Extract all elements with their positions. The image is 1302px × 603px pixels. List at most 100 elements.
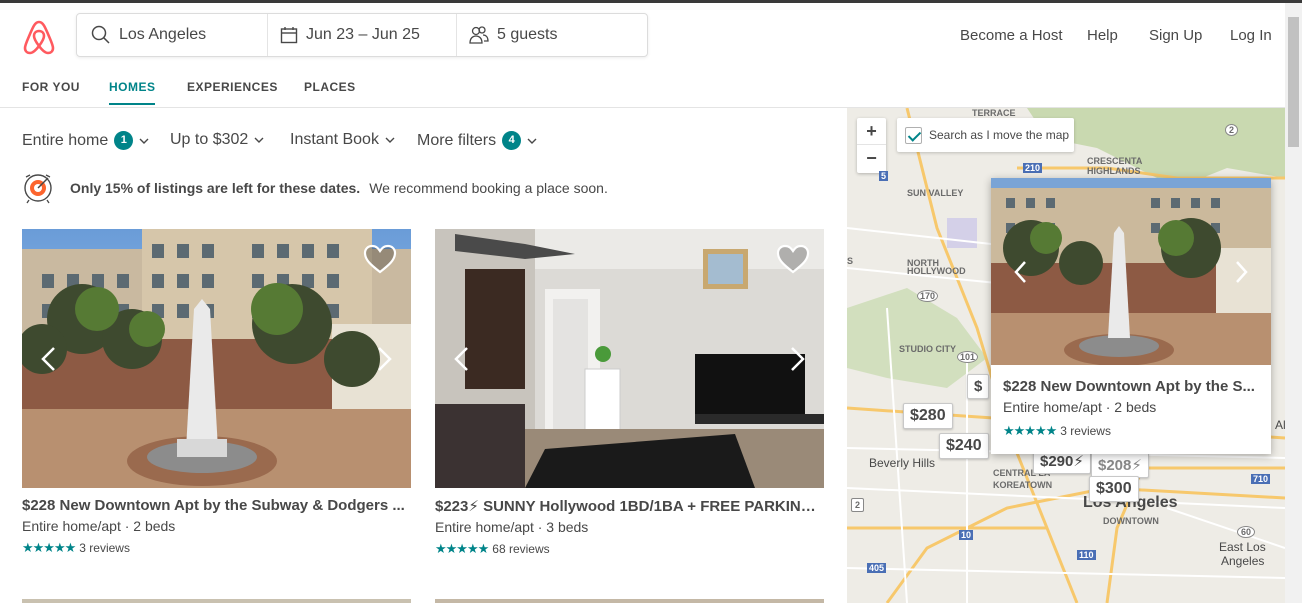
map-panel[interactable]: + − Search as I move the map TERRACE CRE… [847,108,1285,603]
popup-photo[interactable] [991,178,1271,365]
listing-photo[interactable] [435,229,824,488]
page-scrollbar[interactable] [1285,3,1302,603]
route-shield-icon: 710 [1251,474,1271,484]
active-tab-indicator [109,103,155,105]
instant-book-filter[interactable]: Instant Book [290,131,395,149]
map-label: East Los [1219,540,1266,554]
map-label: CRESCENTA [1087,156,1143,166]
search-icon [91,25,110,44]
route-shield-icon: 5 [879,171,889,181]
more-filters-count-badge: 4 [502,131,522,150]
become-host-link[interactable]: Become a Host [960,27,1063,44]
chevron-right-icon[interactable] [790,346,806,372]
listing-title[interactable]: $228 New Downtown Apt by the Subway & Do… [22,497,411,514]
chevron-down-icon [254,137,264,143]
entire-home-label: Entire home [22,131,109,149]
star-rating-icon: ★★★★★ [1003,423,1057,438]
map-label: STUDIO CITY [899,344,957,354]
price-pin[interactable]: $240 [939,433,989,459]
location-value: Los Angeles [119,26,207,43]
route-shield-icon: 405 [867,563,887,573]
heart-icon[interactable] [363,244,397,274]
map-label: Al [1275,418,1285,432]
chevron-left-icon[interactable] [453,346,469,372]
price-pin[interactable]: $208⚡ [1091,452,1149,478]
route-shield-icon: 210 [1023,163,1043,173]
map-label: Beverly Hills [869,456,936,470]
dates-value: Jun 23 – Jun 25 [306,26,420,43]
search-as-move-toggle[interactable]: Search as I move the map [897,118,1074,152]
entire-home-count-badge: 1 [114,131,134,150]
map-label: SUN VALLEY [907,188,964,198]
chevron-down-icon [385,137,395,143]
airbnb-logo-icon[interactable] [22,19,56,55]
map-label: KOREATOWN [993,480,1053,490]
tab-for-you[interactable]: FOR YOU [22,80,80,94]
price-pin[interactable]: $300 [1089,476,1139,502]
tab-places[interactable]: PLACES [304,80,356,94]
review-count: 68 reviews [492,542,550,556]
guests-field[interactable]: 5 guests [457,14,647,56]
chevron-left-icon[interactable] [40,346,56,372]
route-shield-icon: 60 [1237,526,1256,538]
star-rating-icon: ★★★★★ [435,541,489,556]
listing-card-partial[interactable] [22,599,411,603]
map-label: TERRACE [972,108,1016,118]
category-tabs: FOR YOU HOMES EXPERIENCES PLACES [0,65,1285,108]
listing-card[interactable]: $223⚡ SUNNY Hollywood 1BD/1BA + FREE PAR… [435,229,824,557]
scarcity-notice: Only 15% of listings are left for these … [22,172,608,204]
map-label: DOWNTOWN [1103,516,1159,526]
log-in-link[interactable]: Log In [1230,27,1272,44]
notice-detail: We recommend booking a place soon. [369,180,608,196]
listing-subtitle: Entire home/apt · 3 beds [435,519,589,535]
zoom-out-button[interactable]: − [857,145,886,172]
popup-subtitle: Entire home/apt · 2 beds [1003,399,1157,415]
review-count: 3 reviews [79,541,130,555]
chevron-left-icon[interactable] [1013,260,1027,284]
search-bar: Los Angeles Jun 23 – Jun 25 5 guests [76,13,648,57]
sign-up-link[interactable]: Sign Up [1149,27,1202,44]
header: Los Angeles Jun 23 – Jun 25 5 guests Bec… [0,3,1285,65]
listing-title[interactable]: $223⚡ SUNNY Hollywood 1BD/1BA + FREE PAR… [435,497,824,515]
tab-homes[interactable]: HOMES [109,80,156,94]
search-as-move-label: Search as I move the map [929,128,1070,142]
entire-home-filter[interactable]: Entire home 1 [22,131,149,150]
scrollbar-thumb[interactable] [1288,17,1299,147]
price-filter[interactable]: Up to $302 [170,131,264,149]
price-pin[interactable]: $280 [903,403,953,429]
price-pin[interactable]: $ [967,374,990,399]
chevron-down-icon [139,138,149,144]
guests-icon [469,26,489,44]
star-rating-icon: ★★★★★ [22,540,76,555]
location-field[interactable]: Los Angeles [77,14,268,56]
tab-experiences[interactable]: EXPERIENCES [187,80,278,94]
more-filters-label: More filters [417,131,497,149]
calendar-icon [280,27,298,44]
chevron-right-icon[interactable] [377,346,393,372]
listing-photo[interactable] [22,229,411,488]
listing-popup-card[interactable]: $228 New Downtown Apt by the S... Entire… [991,178,1271,454]
listing-rating: ★★★★★ 68 reviews [435,541,824,557]
chevron-right-icon[interactable] [1235,260,1249,284]
listing-card-partial[interactable] [435,599,824,603]
route-shield-icon: 2 [1225,124,1239,136]
route-shield-icon: 101 [957,351,979,363]
route-shield-icon: 10 [959,530,974,540]
listing-card[interactable]: $228 New Downtown Apt by the Subway & Do… [22,229,411,556]
map-label: S [847,256,854,266]
popup-title[interactable]: $228 New Downtown Apt by the S... [1003,378,1263,395]
apartment-courtyard-image [22,229,411,488]
listing-rating: ★★★★★ 3 reviews [22,540,411,556]
route-shield-icon: 170 [917,290,939,302]
checkbox-checked-icon[interactable] [905,126,922,144]
heart-icon[interactable] [776,244,810,274]
zoom-in-button[interactable]: + [857,118,886,145]
guests-value: 5 guests [497,26,558,43]
dates-field[interactable]: Jun 23 – Jun 25 [268,14,457,56]
help-link[interactable]: Help [1087,27,1118,44]
living-room-image [435,229,824,488]
apartment-courtyard-image [991,178,1271,365]
filter-bar: Entire home 1 Up to $302 Instant Book Mo… [0,108,847,168]
review-count: 3 reviews [1060,424,1111,438]
more-filters-button[interactable]: More filters 4 [417,131,537,150]
